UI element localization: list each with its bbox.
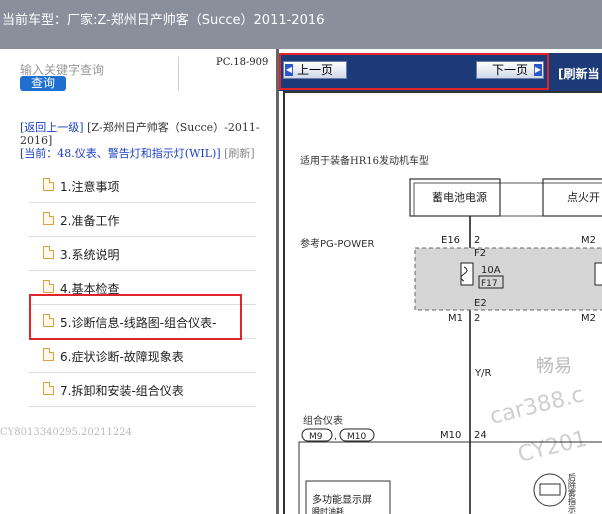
svg-text:,: ,: [334, 432, 337, 442]
arrow-right-icon: ▶: [534, 64, 542, 76]
menu-item-system-description[interactable]: 3.系统说明: [29, 237, 256, 271]
document-icon: [43, 212, 54, 225]
wire-color: Y/R: [474, 368, 491, 379]
current-label: [当前：: [20, 147, 58, 160]
footer-code: CY8013340295.20211224: [0, 427, 132, 438]
top-bar: 当前车型：厂家:Z-郑州日产帅客（Succe）2011-2016 .: [0, 0, 602, 49]
search-divider: [178, 57, 179, 91]
selected-item-highlight: [29, 294, 242, 340]
document-icon: [43, 246, 54, 259]
content-panel: ◀ 上一页 下一页 ▶ [刷新当 适用于装备HR16发动机车型 蓄电池电源 点火开 …: [279, 49, 602, 514]
pin2a-label: 2: [474, 235, 480, 246]
rear-defog-lamp: [533, 473, 567, 507]
pin2b-label: 2: [474, 313, 480, 324]
m1-label: M1: [448, 313, 463, 324]
query-button[interactable]: 查询: [20, 76, 66, 91]
watermark-3: CY201: [515, 427, 589, 468]
fuse-icon: [460, 262, 474, 286]
pin24-label: 24: [474, 430, 487, 441]
current-section: 48.仪表、警告灯和指示灯(WIL)]: [57, 147, 221, 160]
refresh-link[interactable]: [刷新]: [224, 147, 255, 160]
ignition-label: 点火开: [567, 191, 600, 204]
cluster-label: 组合仪表: [303, 414, 343, 427]
document-icon: [43, 382, 54, 395]
arrow-left-icon: ◀: [285, 64, 293, 76]
ref-label: 参考PG-POWER: [300, 237, 374, 250]
e16-label: E16: [441, 235, 460, 246]
f2-label: F2: [474, 248, 486, 259]
conn-m10: M10: [347, 432, 366, 442]
breadcrumb: [返回上一级] [Z-郑州日产帅客（Succe）-2011-2016] [当前：…: [20, 121, 265, 160]
page-code: PC.18-909: [216, 57, 269, 68]
fuse-amp: 10A: [481, 265, 501, 276]
document-icon: [43, 280, 54, 293]
document-icon: [43, 178, 54, 191]
sidebar: 输入关键字查询 查询 PC.18-909 [返回上一级] [Z-郑州日产帅客（S…: [0, 49, 276, 514]
conn-m9: M9: [309, 432, 323, 442]
m2b-label: M2: [581, 313, 596, 324]
display-sub: 瞬时油耗: [312, 506, 344, 514]
wiring-diagram: 适用于装备HR16发动机车型 蓄电池电源 点火开 参考PG-POWER E16 …: [283, 91, 602, 514]
page-nav-bar: ◀ 上一页 下一页 ▶ [刷新当: [279, 53, 602, 91]
display-label: 多功能显示屏: [312, 493, 372, 506]
m2-label: M2: [581, 235, 596, 246]
menu-item-removal-installation[interactable]: 7.拆卸和安装-组合仪表: [29, 373, 256, 407]
rear-defog-label: 后除雾指示灯: [568, 472, 577, 514]
fuse2-icon: [594, 262, 602, 286]
battery-label: 蓄电池电源: [432, 190, 487, 204]
watermark-2: car388.c: [487, 382, 586, 429]
document-icon: [43, 348, 54, 361]
menu-item-symptom-diagnosis[interactable]: 6.症状诊断-故障现象表: [29, 339, 256, 373]
diagram-title: 适用于装备HR16发动机车型: [300, 154, 429, 167]
m10-label: M10: [440, 430, 461, 441]
header-dot: .: [322, 12, 326, 23]
back-link[interactable]: [返回上一级]: [20, 121, 84, 134]
refresh-page-link[interactable]: [刷新当: [558, 65, 600, 82]
menu-item-preparation[interactable]: 2.准备工作: [29, 203, 256, 237]
next-page-button[interactable]: 下一页 ▶: [476, 61, 544, 79]
prev-page-button[interactable]: ◀ 上一页: [283, 61, 347, 79]
e2-label: E2: [474, 298, 487, 309]
current-vehicle-label: 当前车型：厂家:Z-郑州日产帅客（Succe）2011-2016: [2, 13, 325, 28]
wiring-diagram-svg: 适用于装备HR16发动机车型 蓄电池电源 点火开 参考PG-POWER E16 …: [298, 154, 602, 514]
watermark-1: 畅易: [536, 356, 572, 377]
section-menu: 1.注意事项 2.准备工作 3.系统说明 4.基本检查 5.诊断信息-线路图-组…: [29, 169, 256, 407]
menu-item-precautions[interactable]: 1.注意事项: [29, 169, 256, 203]
fuse-block: [414, 247, 602, 311]
fuse-id: F17: [481, 279, 498, 289]
